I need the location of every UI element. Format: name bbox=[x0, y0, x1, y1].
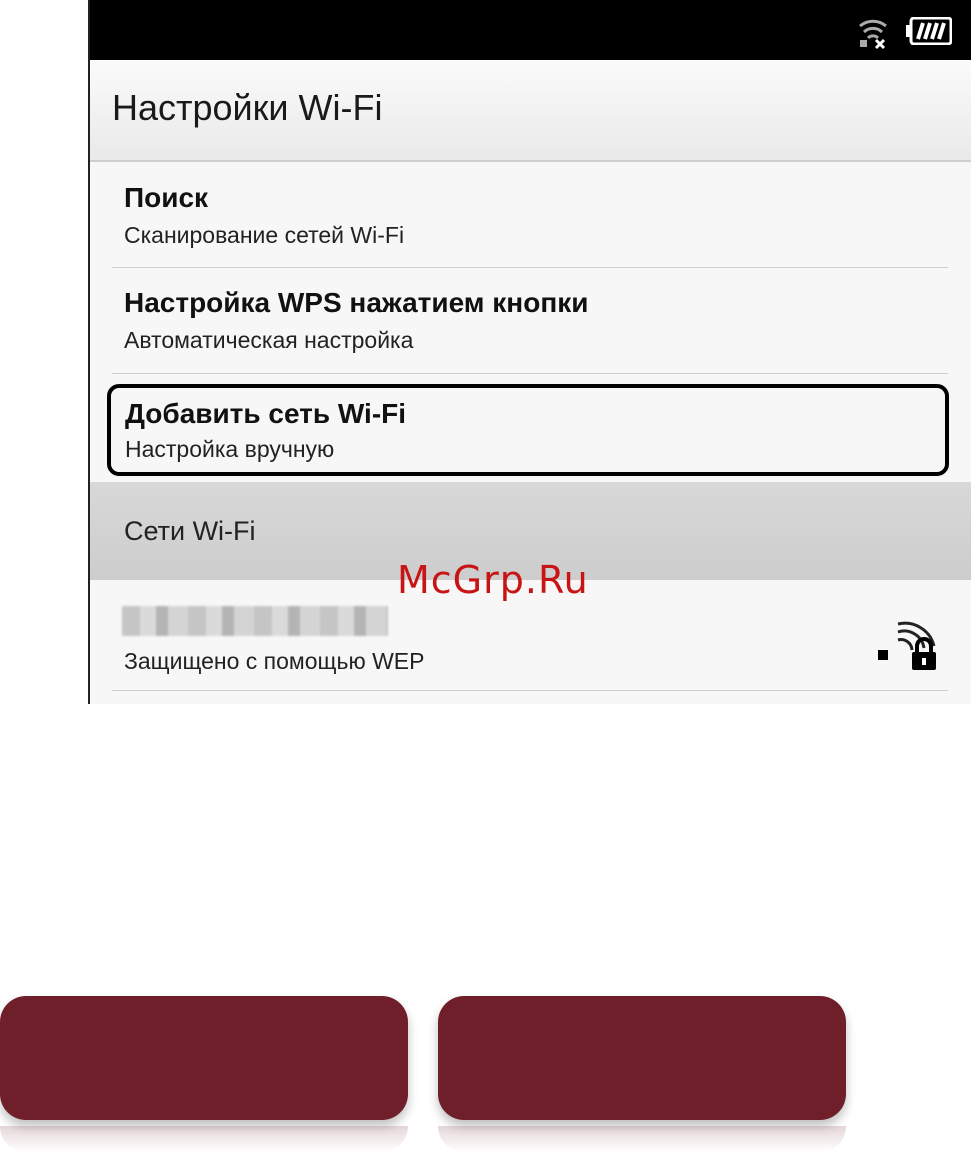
wifi-disconnected-icon bbox=[859, 19, 887, 50]
divider bbox=[112, 690, 948, 691]
menu-item-title: Добавить сеть Wi-Fi bbox=[125, 398, 407, 429]
menu-item-subtitle: Автоматическая настройка bbox=[124, 327, 414, 353]
button-reflection bbox=[0, 1126, 408, 1152]
menu-item-search[interactable]: Поиск Сканирование сетей Wi-Fi bbox=[112, 164, 948, 268]
title-bar: Настройки Wi-Fi bbox=[90, 60, 971, 162]
menu-item-wps[interactable]: Настройка WPS нажатием кнопки Автоматиче… bbox=[112, 269, 948, 373]
network-security-label: Защищено с помощью WEP bbox=[124, 648, 425, 674]
menu-item-title: Поиск bbox=[124, 182, 209, 213]
menu-item-add-network[interactable]: Добавить сеть Wi-Fi Настройка вручную bbox=[107, 384, 949, 476]
menu-item-title: Настройка WPS нажатием кнопки bbox=[124, 287, 589, 318]
bottom-button-left[interactable] bbox=[0, 996, 408, 1120]
device-screen: Настройки Wi-Fi Поиск Сканирование сетей… bbox=[88, 0, 971, 704]
section-title: Сети Wi-Fi bbox=[124, 516, 256, 546]
divider bbox=[112, 373, 948, 374]
watermark-text: McGrp.Ru bbox=[397, 558, 589, 602]
bottom-button-right[interactable] bbox=[438, 996, 846, 1120]
menu-item-subtitle: Настройка вручную bbox=[125, 436, 335, 462]
network-name-redacted bbox=[122, 606, 388, 636]
divider bbox=[112, 267, 948, 268]
button-reflection bbox=[438, 1126, 846, 1152]
page-title: Настройки Wi-Fi bbox=[112, 87, 383, 128]
status-bar bbox=[90, 0, 971, 60]
wifi-lock-icon bbox=[878, 621, 936, 670]
battery-full-icon bbox=[906, 17, 952, 45]
menu-item-subtitle: Сканирование сетей Wi-Fi bbox=[124, 222, 405, 248]
